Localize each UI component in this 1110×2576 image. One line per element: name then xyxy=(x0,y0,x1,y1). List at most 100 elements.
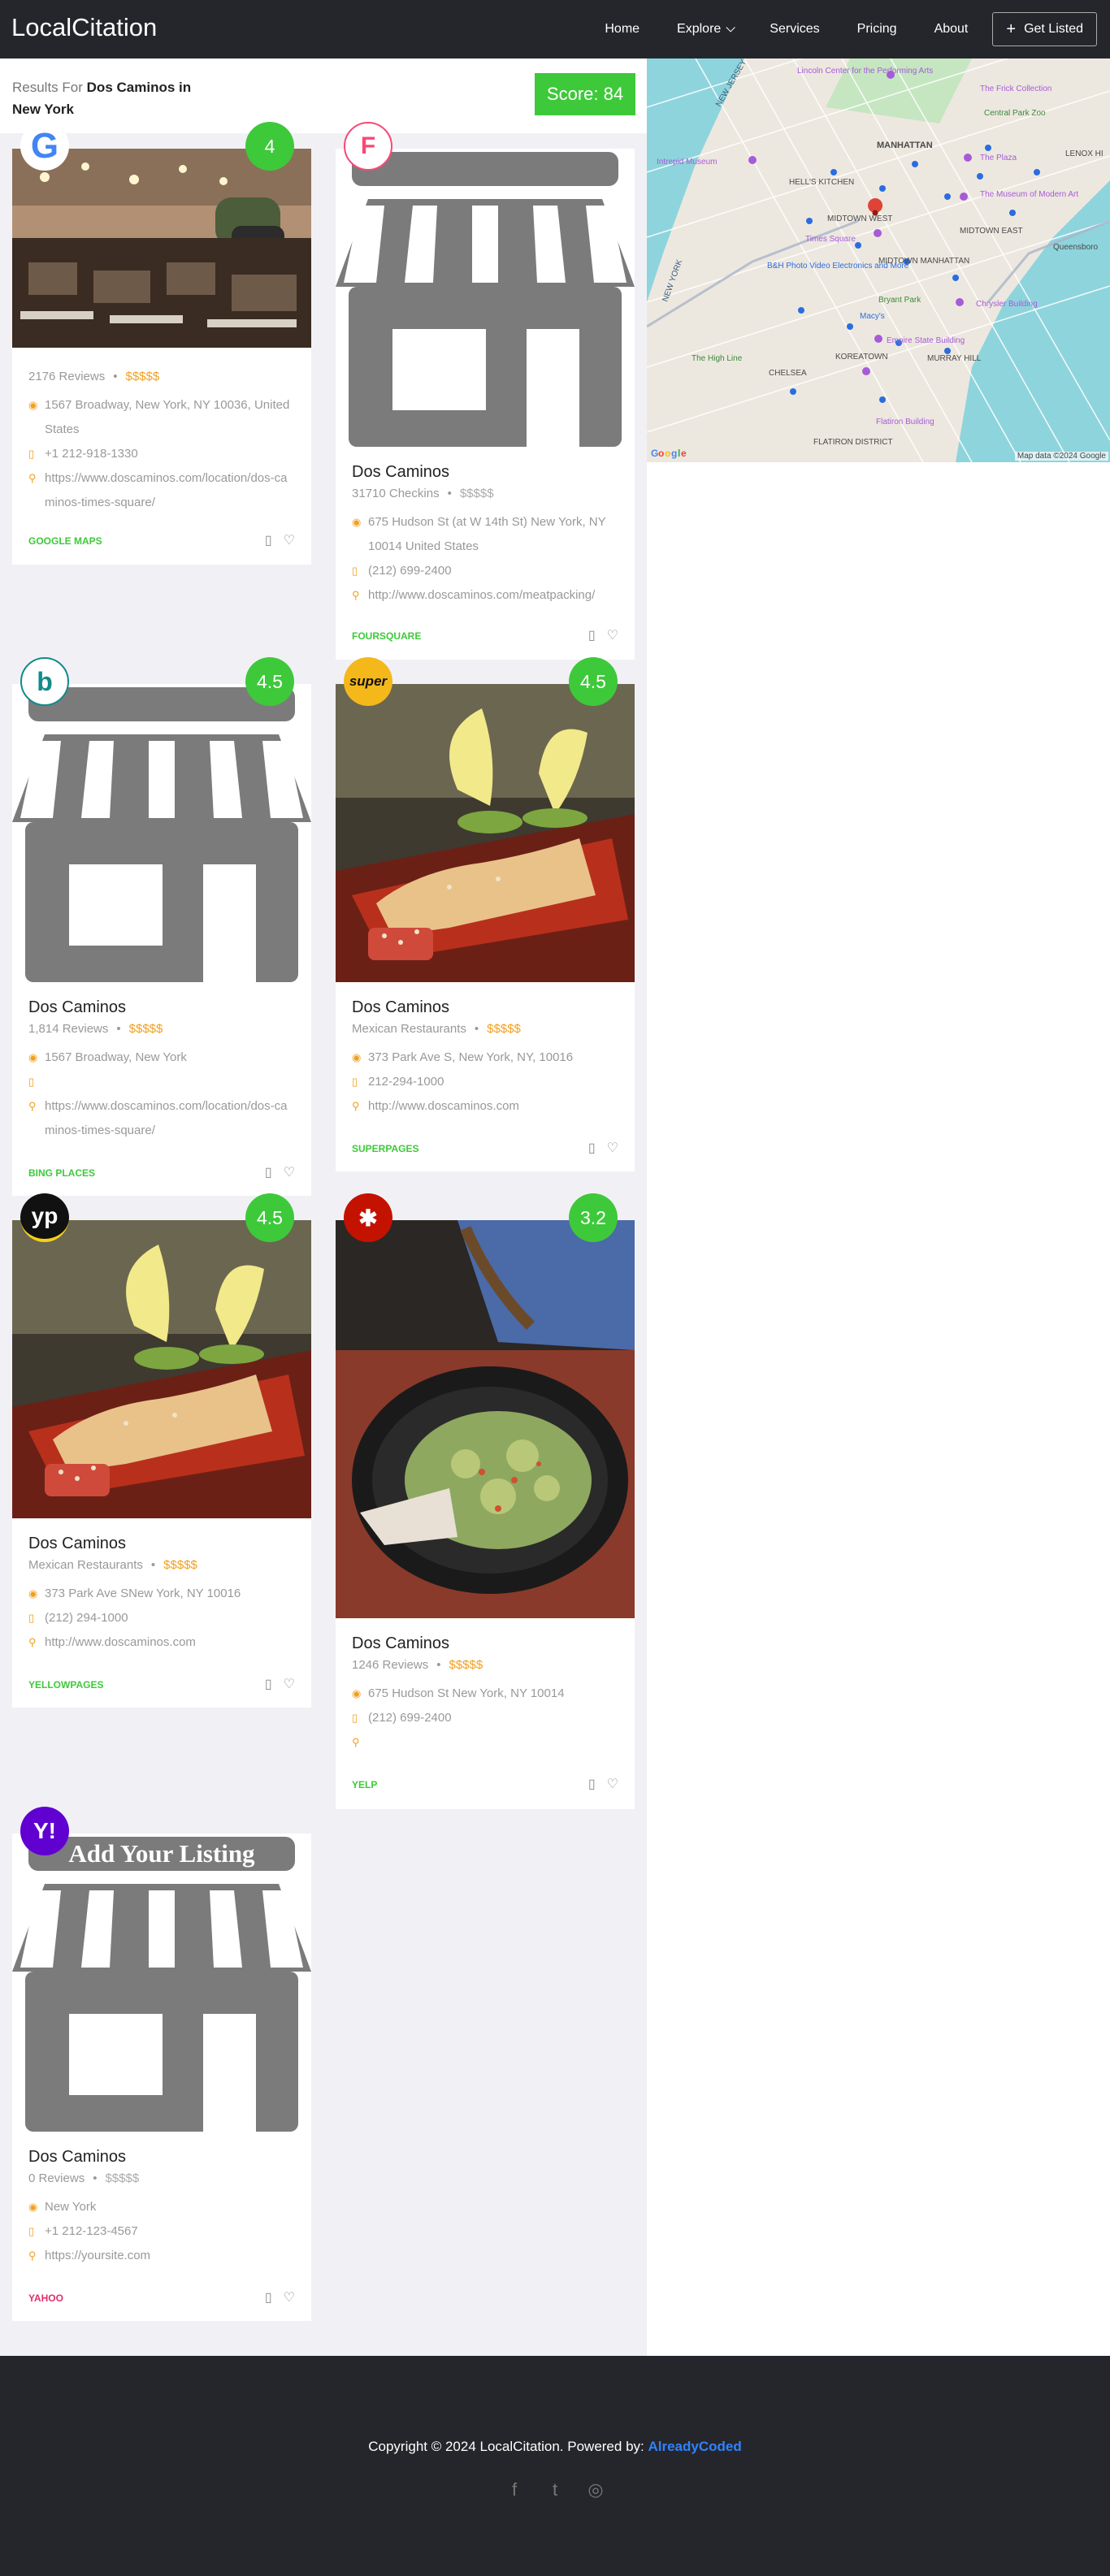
heart-icon[interactable]: ♡ xyxy=(284,1676,295,1692)
listing-meta: 0 Reviews • $$$$$ xyxy=(28,2171,140,2185)
bookmark-icon[interactable]: ▯ xyxy=(265,1164,272,1180)
heart-icon[interactable]: ♡ xyxy=(607,627,618,643)
listing-placeholder-photo: Add Your Listing xyxy=(12,1834,311,2132)
nav-explore[interactable]: Explore xyxy=(677,22,736,37)
phone-text[interactable]: 212-294-1000 xyxy=(368,1070,444,1094)
phone-text[interactable]: (212) 699-2400 xyxy=(368,559,452,583)
yahoo-icon: Y! xyxy=(20,1807,69,1855)
listing-card-superpages[interactable]: Dos Caminos Mexican Restaurants • $$$$$ ◉ 3… xyxy=(336,684,635,1171)
map-pin-icon: ◉ xyxy=(352,516,362,528)
url-line: ⚲ http://www.doscaminos.com xyxy=(352,1094,618,1119)
url-text[interactable]: https://yoursite.com xyxy=(45,2244,150,2268)
nav-pricing[interactable]: Pricing xyxy=(857,22,897,37)
listing-title[interactable]: Dos Caminos xyxy=(352,998,618,1017)
listing-title[interactable]: Dos Caminos xyxy=(28,2148,295,2167)
heart-icon[interactable]: ♡ xyxy=(607,1140,618,1156)
phone-text[interactable]: +1 212-123-4567 xyxy=(45,2219,138,2244)
powered-by-link[interactable]: AlreadyCoded xyxy=(648,2439,741,2454)
listing-card-google[interactable]: 2176 Reviews • $$$$$ ◉ 1567 Broadway, New Y… xyxy=(12,149,311,565)
map-view[interactable]: MANHATTAN HELL'S KITCHEN MIDTOWN WEST MI… xyxy=(647,58,1110,462)
listing-title[interactable]: Dos Caminos xyxy=(352,463,618,482)
map-label-zoo: Central Park Zoo xyxy=(984,109,1046,118)
heart-icon[interactable]: ♡ xyxy=(284,2289,295,2305)
listing-meta: 1246 Reviews • $$$$$ xyxy=(352,1658,483,1672)
bookmark-icon[interactable]: ▯ xyxy=(265,532,272,548)
listing-title[interactable]: Dos Caminos xyxy=(352,1634,618,1653)
listing-info: Dos Caminos 1,814 Reviews • $$$$$ ◉ 1567 Br… xyxy=(28,998,295,1143)
listing-card-foursquare[interactable]: Dos Caminos 31710 Checkins • $$$$$ ◉ 675 Hu… xyxy=(336,149,635,660)
yellowpages-icon: yp xyxy=(20,1193,69,1242)
map-pin-icon: ◉ xyxy=(28,1587,38,1600)
map-label-moma: The Museum of Modern Art xyxy=(980,190,1078,199)
link-icon: ⚲ xyxy=(28,2249,37,2262)
heart-icon[interactable]: ♡ xyxy=(284,532,295,548)
google-icon: G xyxy=(20,122,69,171)
svg-text:G: G xyxy=(651,448,658,459)
copyright-text: Copyright © 2024 LocalCitation. Powered … xyxy=(368,2439,644,2454)
card-actions: ▯ ♡ xyxy=(265,1676,295,1692)
bookmark-icon[interactable]: ▯ xyxy=(265,1676,272,1692)
listing-photo xyxy=(12,1220,311,1518)
card-actions: ▯ ♡ xyxy=(265,2289,295,2305)
url-text[interactable]: http://www.doscaminos.com xyxy=(45,1630,196,1655)
listing-card-yellowpages[interactable]: Dos Caminos Mexican Restaurants • $$$$$ ◉ 3… xyxy=(12,1220,311,1708)
nav-explore-label: Explore xyxy=(677,22,722,36)
nav-about[interactable]: About xyxy=(934,22,969,37)
map-graphic: MANHATTAN HELL'S KITCHEN MIDTOWN WEST MI… xyxy=(647,58,1110,462)
map-label-the-plaza: The Plaza xyxy=(980,154,1017,162)
phone-icon: ▯ xyxy=(28,1076,35,1088)
twitter-icon[interactable]: t xyxy=(544,2479,566,2500)
map-label-bryant-park: Bryant Park xyxy=(878,296,921,305)
address-text: 373 Park Ave SNew York, NY 10016 xyxy=(45,1587,241,1600)
phone-text[interactable]: (212) 699-2400 xyxy=(368,1706,452,1730)
nav-home[interactable]: Home xyxy=(605,22,640,37)
bookmark-icon[interactable]: ▯ xyxy=(588,627,596,643)
link-icon: ⚲ xyxy=(352,589,360,601)
url-text[interactable]: https://www.doscaminos.com/location/dos-… xyxy=(45,1094,295,1143)
card-actions: ▯ ♡ xyxy=(588,1140,618,1156)
facebook-icon[interactable]: f xyxy=(504,2479,525,2500)
listing-card-yahoo[interactable]: Add Your Listing Dos Caminos 0 Reviews • $… xyxy=(12,1834,311,2321)
map-pin-icon: ◉ xyxy=(28,2201,38,2213)
checkin-count: 31710 Checkins xyxy=(352,487,440,500)
map-label-chelsea: CHELSEA xyxy=(769,369,807,378)
listing-card-yelp[interactable]: Dos Caminos 1246 Reviews • $$$$$ ◉ 675 Huds… xyxy=(336,1220,635,1809)
map-label-chrysler: Chrysler Building xyxy=(976,300,1038,309)
bookmark-icon[interactable]: ▯ xyxy=(588,1776,596,1792)
map-pin-icon: ◉ xyxy=(28,1051,38,1063)
phone-icon: ▯ xyxy=(352,1076,358,1088)
nav-links: Home Explore Services Pricing About + Get… xyxy=(567,0,1097,58)
listing-card-bing[interactable]: Dos Caminos 1,814 Reviews • $$$$$ ◉ 1567 Br… xyxy=(12,684,311,1196)
heart-icon[interactable]: ♡ xyxy=(607,1776,618,1792)
source-label: YAHOO xyxy=(28,2292,63,2304)
listing-meta: Mexican Restaurants • $$$$$ xyxy=(352,1022,521,1036)
map-label-bh-photo: B&H Photo Video Electronics and More xyxy=(767,262,909,271)
listing-info: Dos Caminos 0 Reviews • $$$$$ ◉ New York ▯ +… xyxy=(28,2148,295,2268)
map-label-flatiron-building: Flatiron Building xyxy=(876,418,934,426)
bookmark-icon[interactable]: ▯ xyxy=(588,1140,596,1156)
url-text[interactable]: http://www.doscaminos.com xyxy=(368,1094,519,1119)
get-listed-button[interactable]: + Get Listed xyxy=(992,12,1097,46)
copyright: Copyright © 2024 LocalCitation. Powered … xyxy=(0,2439,1110,2455)
url-text[interactable]: https://www.doscaminos.com/location/dos-… xyxy=(45,466,295,515)
source-label: YELLOWPAGES xyxy=(28,1679,104,1691)
instagram-icon[interactable]: ◎ xyxy=(585,2479,606,2500)
url-text[interactable]: http://www.doscaminos.com/meatpacking/ xyxy=(368,583,595,608)
bookmark-icon[interactable]: ▯ xyxy=(265,2289,272,2305)
heart-icon[interactable]: ♡ xyxy=(284,1164,295,1180)
address-line: ◉ 1567 Broadway, New York, NY 10036, Unit… xyxy=(28,393,295,442)
map-credit: Map data ©2024 Google xyxy=(1014,452,1108,461)
listing-title[interactable]: Dos Caminos xyxy=(28,998,295,1017)
map-label-hells-kitchen: HELL'S KITCHEN xyxy=(789,178,854,187)
map-label-midtown-west: MIDTOWN WEST xyxy=(827,214,892,223)
nav-services[interactable]: Services xyxy=(770,22,819,37)
price-level: $$$$$ xyxy=(125,370,160,383)
site-logo[interactable]: LocalCitation xyxy=(11,13,157,42)
category: Mexican Restaurants xyxy=(28,1558,143,1572)
phone-text[interactable]: (212) 294-1000 xyxy=(45,1606,128,1630)
source-label: GOOGLE MAPS xyxy=(28,535,102,547)
phone-text[interactable]: +1 212-918-1330 xyxy=(45,442,138,466)
listing-title[interactable]: Dos Caminos xyxy=(28,1535,295,1553)
listing-meta: Mexican Restaurants • $$$$$ xyxy=(28,1558,197,1572)
map-label-lenox-hill: LENOX HI xyxy=(1065,149,1103,158)
